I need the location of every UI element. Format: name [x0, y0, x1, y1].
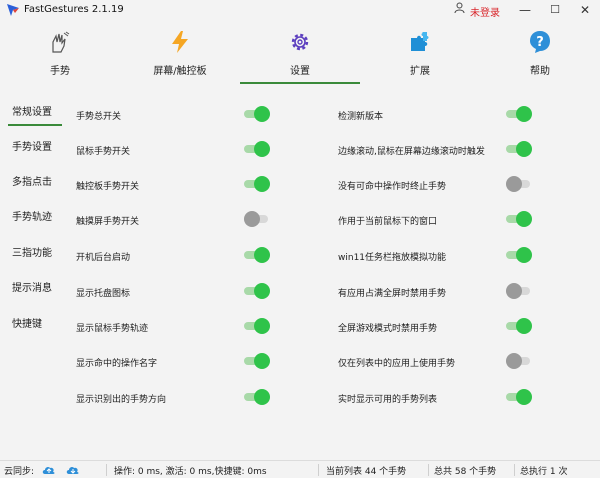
setting-label: 仅在列表中的应用上使用手势	[338, 359, 456, 369]
toggle-switch[interactable]	[506, 353, 532, 369]
cloud-download-icon[interactable]	[66, 464, 80, 476]
login-status-link[interactable]: 未登录	[470, 4, 500, 19]
window-title: FastGestures 2.1.19	[24, 4, 124, 15]
setting-row: 开机后台启动	[76, 247, 271, 263]
setting-label: 全屏游戏模式时禁用手势	[338, 324, 438, 334]
toggle-switch[interactable]	[506, 283, 532, 299]
toggle-switch[interactable]	[244, 176, 270, 192]
setting-label: 触控板手势开关	[76, 182, 140, 192]
puzzle-icon	[411, 32, 429, 51]
sidebar-item-three-finger[interactable]: 三指功能	[4, 241, 62, 267]
tab-screen-touchpad[interactable]: 屏幕/触控板	[120, 24, 240, 84]
setting-label: 鼠标手势开关	[76, 147, 131, 157]
setting-label: 显示命中的操作名字	[76, 359, 158, 369]
svg-text:?: ?	[536, 35, 544, 50]
setting-row: 触控板手势开关	[76, 176, 271, 192]
tab-label: 帮助	[530, 66, 550, 77]
total-gesture-count: 总共 58 个手势	[434, 467, 497, 477]
sidebar-item-multi-finger-click[interactable]: 多指点击	[4, 170, 62, 196]
toggle-switch[interactable]	[244, 389, 270, 405]
close-button[interactable]: ✕	[570, 0, 600, 22]
toggle-switch[interactable]	[506, 211, 532, 227]
setting-label: 作用于当前鼠标下的窗口	[338, 217, 438, 227]
toggle-switch[interactable]	[506, 318, 532, 334]
toggle-switch[interactable]	[506, 106, 532, 122]
setting-label: 边缘滚动,鼠标在屏幕边缘滚动时触发	[338, 147, 485, 157]
setting-label: 有应用占满全屏时禁用手势	[338, 289, 447, 299]
setting-row: 全屏游戏模式时禁用手势	[338, 318, 533, 334]
help-icon: ?	[530, 31, 550, 53]
setting-label: 手势总开关	[76, 112, 122, 122]
setting-label: 显示鼠标手势轨迹	[76, 324, 149, 334]
toggle-switch[interactable]	[244, 283, 270, 299]
setting-label: win11任务栏拖放模拟功能	[338, 253, 447, 263]
setting-row: 手势总开关	[76, 106, 271, 122]
setting-label: 开机后台启动	[76, 253, 131, 263]
tab-label: 屏幕/触控板	[153, 66, 207, 77]
lightning-icon	[172, 31, 188, 53]
setting-label: 显示识别出的手势方向	[76, 395, 167, 405]
status-separator	[318, 464, 319, 476]
toggle-switch[interactable]	[244, 353, 270, 369]
setting-row: 实时显示可用的手势列表	[338, 389, 533, 405]
sidebar-item-gesture-trail[interactable]: 手势轨迹	[4, 205, 62, 231]
sidebar-item-shortcuts[interactable]: 快捷键	[4, 312, 62, 338]
setting-label: 没有可命中操作时终止手势	[338, 182, 447, 192]
status-separator	[428, 464, 429, 476]
setting-row: 显示识别出的手势方向	[76, 389, 271, 405]
hand-gesture-icon	[52, 31, 70, 53]
toggle-switch[interactable]	[506, 247, 532, 263]
timing-stats: 操作: 0 ms, 激活: 0 ms,快捷键: 0ms	[114, 467, 267, 477]
tab-label: 手势	[50, 66, 70, 77]
setting-label: 检测新版本	[338, 112, 384, 122]
setting-row: 仅在列表中的应用上使用手势	[338, 353, 533, 369]
toggle-switch[interactable]	[506, 141, 532, 157]
toggle-switch[interactable]	[244, 106, 270, 122]
setting-row: 有应用占满全屏时禁用手势	[338, 283, 533, 299]
setting-row: 鼠标手势开关	[76, 141, 271, 157]
setting-row: 显示命中的操作名字	[76, 353, 271, 369]
current-list-count: 当前列表 44 个手势	[326, 467, 407, 477]
setting-row: 显示托盘图标	[76, 283, 271, 299]
toggle-switch[interactable]	[244, 211, 270, 227]
cloud-sync-label: 云同步:	[4, 467, 35, 477]
tab-settings[interactable]: 设置	[240, 24, 360, 84]
app-logo-icon	[7, 4, 19, 16]
setting-row: 检测新版本	[338, 106, 533, 122]
toggle-switch[interactable]	[506, 389, 532, 405]
user-icon[interactable]	[454, 2, 465, 17]
toggle-switch[interactable]	[506, 176, 532, 192]
maximize-button[interactable]: ☐	[540, 0, 570, 22]
sidebar-item-general[interactable]: 常规设置	[4, 100, 62, 126]
tab-extensions[interactable]: 扩展	[360, 24, 480, 84]
tab-gestures[interactable]: 手势	[0, 24, 120, 84]
toggle-switch[interactable]	[244, 247, 270, 263]
execution-count: 总执行 1 次	[520, 467, 568, 477]
sidebar-item-notifications[interactable]: 提示消息	[4, 276, 62, 302]
status-bar: 云同步: 操作: 0 ms, 激活: 0 ms,快捷键: 0ms 当前列表 44…	[0, 460, 600, 478]
toggle-switch[interactable]	[244, 141, 270, 157]
setting-label: 触摸屏手势开关	[76, 217, 140, 227]
minimize-button[interactable]: —	[510, 0, 540, 22]
sidebar-item-gesture-settings[interactable]: 手势设置	[4, 135, 62, 161]
title-bar: FastGestures 2.1.19 未登录 — ☐ ✕	[0, 0, 600, 22]
setting-label: 实时显示可用的手势列表	[338, 395, 438, 405]
setting-row: 作用于当前鼠标下的窗口	[338, 211, 533, 227]
toggle-switch[interactable]	[244, 318, 270, 334]
cloud-upload-icon[interactable]	[42, 464, 56, 476]
tab-label: 扩展	[410, 66, 430, 77]
setting-row: win11任务栏拖放模拟功能	[338, 247, 533, 263]
tab-label: 设置	[290, 66, 310, 77]
setting-label: 显示托盘图标	[76, 289, 131, 299]
setting-row: 触摸屏手势开关	[76, 211, 271, 227]
top-nav: 手势 屏幕/触控板 设置 扩展 ? 帮助	[0, 24, 600, 84]
gear-icon	[291, 33, 309, 51]
setting-row: 没有可命中操作时终止手势	[338, 176, 533, 192]
setting-row: 显示鼠标手势轨迹	[76, 318, 271, 334]
status-separator	[106, 464, 107, 476]
status-separator	[514, 464, 515, 476]
setting-row: 边缘滚动,鼠标在屏幕边缘滚动时触发	[338, 141, 533, 157]
tab-help[interactable]: ? 帮助	[480, 24, 600, 84]
